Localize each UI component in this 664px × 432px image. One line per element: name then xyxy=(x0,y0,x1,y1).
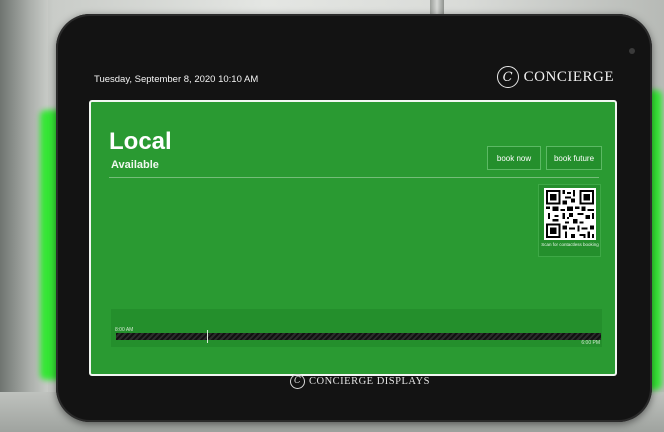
timeline-bar xyxy=(116,333,601,340)
schedule-timeline: 8:00 AM 6:00 PM xyxy=(111,309,602,347)
concierge-logo-icon: C xyxy=(496,66,519,88)
qr-booking-panel[interactable]: Scan for contactless booking xyxy=(538,184,601,257)
top-bar: Tuesday, September 8, 2020 10:10 AM C CO… xyxy=(92,62,614,94)
concierge-logo-icon: C xyxy=(290,373,305,389)
header-divider xyxy=(109,177,599,178)
camera-icon xyxy=(629,48,635,54)
book-now-button[interactable]: book now xyxy=(487,146,541,170)
brand-name: CONCIERGE xyxy=(523,68,614,85)
footer-brand-name: CONCIERGE DISPLAYS xyxy=(309,375,430,387)
room-status-panel: Local Available book now book future Sca… xyxy=(89,100,617,376)
room-name: Local xyxy=(109,128,172,155)
book-future-button[interactable]: book future xyxy=(546,146,602,170)
room-availability: Available xyxy=(111,159,159,171)
header-brand: C CONCIERGE xyxy=(496,66,614,88)
qr-code-icon[interactable] xyxy=(544,188,596,240)
timeline-end-time: 6:00 PM xyxy=(581,340,600,346)
datetime-label: Tuesday, September 8, 2020 10:10 AM xyxy=(94,74,259,85)
current-time-marker xyxy=(207,330,208,343)
qr-caption: Scan for contactless booking xyxy=(541,242,599,247)
footer-brand: C CONCIERGE DISPLAYS xyxy=(290,371,430,391)
